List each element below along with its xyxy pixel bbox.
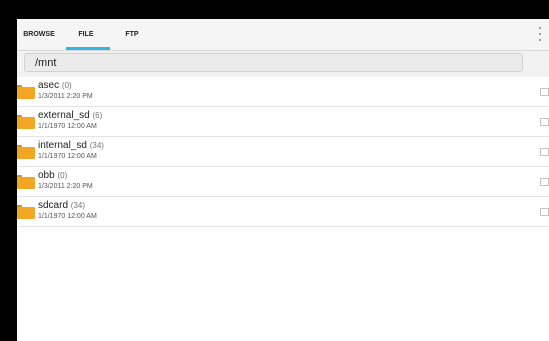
- tab-browse[interactable]: BROWSE: [17, 19, 61, 50]
- select-checkbox[interactable]: [540, 88, 549, 96]
- folder-icon: [17, 115, 35, 129]
- file-date: 1/3/2011 2:20 PM: [38, 183, 93, 190]
- status-bar: [0, 0, 549, 19]
- file-manager-app: BROWSE FILE FTP /mnt asec (0) 1/3/2011 2:…: [17, 19, 549, 341]
- file-row[interactable]: obb (0) 1/3/2011 2:20 PM: [17, 167, 549, 197]
- active-tab-indicator: [66, 47, 110, 50]
- file-row[interactable]: sdcard (34) 1/1/1970 12:00 AM: [17, 197, 549, 227]
- file-date: 1/3/2011 2:20 PM: [38, 93, 93, 100]
- file-row[interactable]: asec (0) 1/3/2011 2:20 PM: [17, 77, 549, 107]
- select-checkbox[interactable]: [540, 148, 549, 156]
- folder-icon: [17, 145, 35, 159]
- file-date: 1/1/1970 12:00 AM: [38, 213, 97, 220]
- file-name: external_sd (6): [38, 110, 102, 121]
- item-count: (34): [70, 201, 86, 210]
- file-name-text: external_sd: [38, 110, 90, 121]
- file-date: 1/1/1970 12:00 AM: [38, 153, 97, 160]
- file-row[interactable]: internal_sd (34) 1/1/1970 12:00 AM: [17, 137, 549, 167]
- file-date: 1/1/1970 12:00 AM: [38, 123, 97, 130]
- item-count: (6): [92, 111, 103, 120]
- overflow-menu-icon[interactable]: [536, 27, 544, 41]
- file-name-text: asec: [38, 80, 60, 91]
- select-checkbox[interactable]: [540, 208, 549, 216]
- item-count: (0): [61, 81, 72, 90]
- path-field[interactable]: /mnt: [24, 53, 523, 72]
- file-name-text: obb: [38, 170, 55, 181]
- file-name-text: internal_sd: [38, 140, 87, 151]
- file-name: internal_sd (34): [38, 140, 104, 151]
- folder-icon: [17, 205, 35, 219]
- tab-file[interactable]: FILE: [62, 19, 110, 50]
- path-bar: /mnt: [17, 51, 549, 77]
- file-name-text: sdcard: [38, 200, 69, 211]
- file-name: sdcard (34): [38, 200, 85, 211]
- select-checkbox[interactable]: [540, 178, 549, 186]
- file-row[interactable]: external_sd (6) 1/1/1970 12:00 AM: [17, 107, 549, 137]
- tab-ftp[interactable]: FTP: [112, 19, 152, 50]
- file-name: asec (0): [38, 80, 72, 91]
- item-count: (34): [89, 141, 104, 150]
- tab-bar: BROWSE FILE FTP: [17, 19, 549, 51]
- folder-icon: [17, 175, 35, 189]
- select-checkbox[interactable]: [540, 118, 549, 126]
- folder-icon: [17, 85, 35, 99]
- file-name: obb (0): [38, 170, 67, 181]
- item-count: (0): [57, 171, 68, 180]
- file-list: asec (0) 1/3/2011 2:20 PM external_sd (6) 1…: [17, 77, 549, 227]
